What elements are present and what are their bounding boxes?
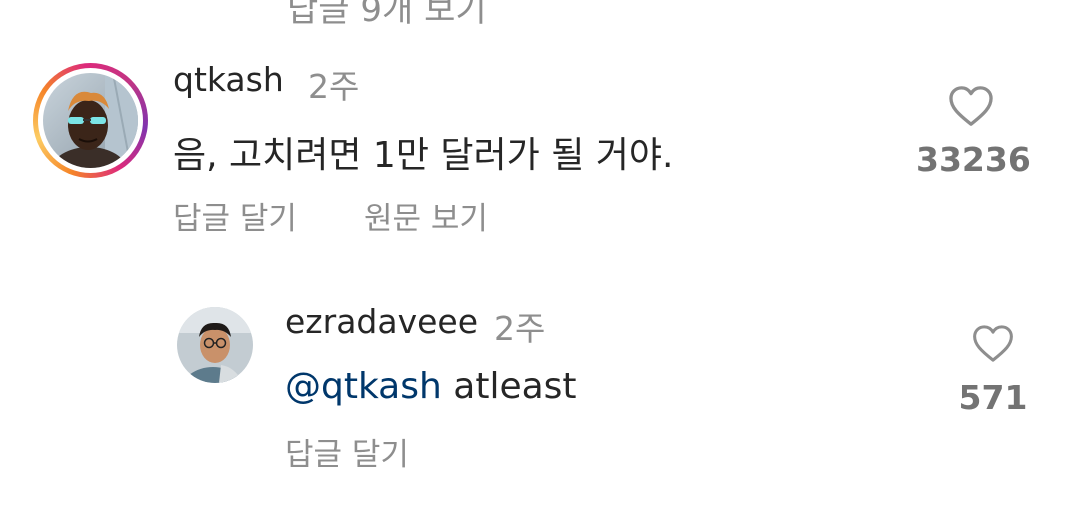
comment-text: @qtkash atleast <box>285 366 577 407</box>
comment-timestamp: 2주 <box>308 67 360 106</box>
comment-username[interactable]: qtkash <box>173 60 284 99</box>
comment-body: atleast <box>441 366 577 407</box>
profile-photo-glasses-icon <box>177 307 253 383</box>
comment-timestamp: 2주 <box>494 309 546 348</box>
view-replies-link[interactable]: 답글 9개 보기 <box>287 0 487 31</box>
avatar-story-ring[interactable] <box>33 63 148 178</box>
comment-username[interactable]: ezradaveee <box>285 302 478 341</box>
mention-link[interactable]: @qtkash <box>285 366 442 407</box>
like-count: 33236 <box>916 140 1031 179</box>
avatar <box>43 73 138 168</box>
profile-photo-sunglasses-icon <box>43 73 138 168</box>
avatar[interactable] <box>177 307 253 383</box>
heart-icon[interactable] <box>948 85 994 127</box>
reply-button[interactable]: 답글 달기 <box>285 429 409 474</box>
heart-icon[interactable] <box>972 324 1014 363</box>
reply-button[interactable]: 답글 달기 <box>173 193 297 238</box>
comment-text: 음, 고치려면 1만 달러가 될 거야. <box>173 135 674 176</box>
see-translation-button[interactable]: 원문 보기 <box>364 193 488 238</box>
like-count: 571 <box>958 378 1028 417</box>
